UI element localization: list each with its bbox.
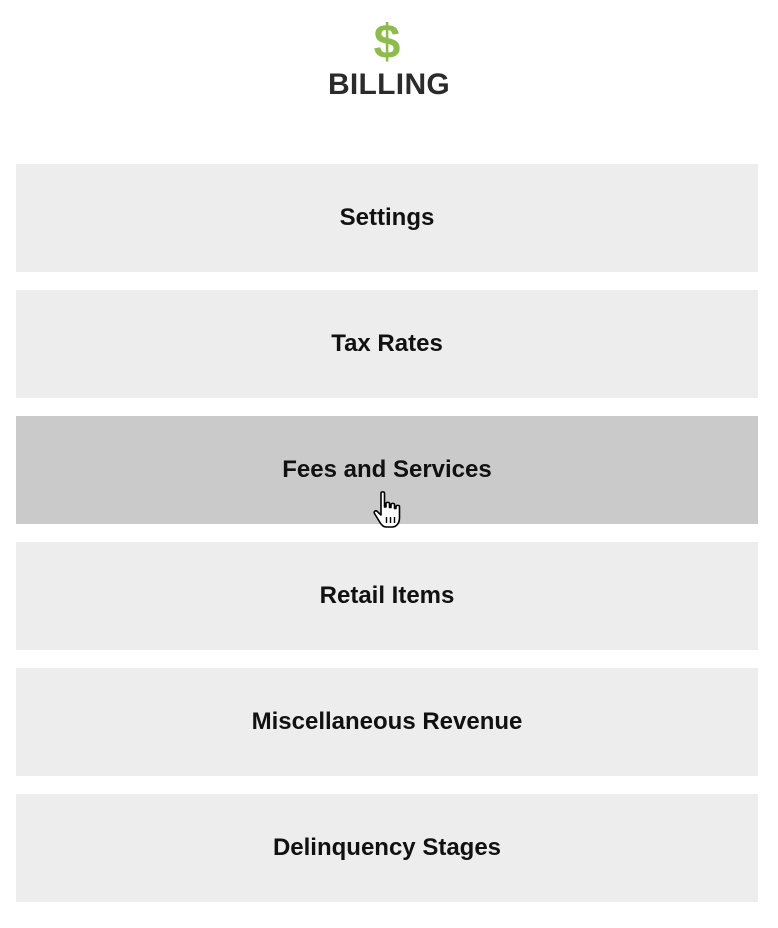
billing-page: $ BILLING Settings Tax Rates Fees and Se… [0, 0, 778, 928]
billing-menu: Settings Tax Rates Fees and Services Ret… [16, 164, 758, 920]
menu-item-label: Tax Rates [331, 330, 443, 357]
menu-item-label: Delinquency Stages [272, 834, 502, 861]
menu-item-label: Fees and Services [282, 456, 492, 483]
dollar-icon: $ [374, 16, 401, 66]
menu-item-label: Retail Items [319, 582, 455, 609]
billing-header: $ BILLING [0, 0, 778, 120]
menu-item-tax-rates[interactable]: Tax Rates [16, 290, 758, 398]
menu-item-delinquency-stages[interactable]: Delinquency Stages [16, 794, 758, 902]
menu-item-miscellaneous-revenue[interactable]: Miscellaneous Revenue [16, 668, 758, 776]
menu-item-settings[interactable]: Settings [16, 164, 758, 272]
pointer-hand-icon [373, 491, 401, 528]
page-title: BILLING [327, 68, 451, 101]
menu-item-label: Miscellaneous Revenue [251, 708, 523, 735]
menu-item-label: Settings [339, 204, 435, 231]
menu-item-retail-items[interactable]: Retail Items [16, 542, 758, 650]
svg-text:$: $ [374, 16, 401, 66]
